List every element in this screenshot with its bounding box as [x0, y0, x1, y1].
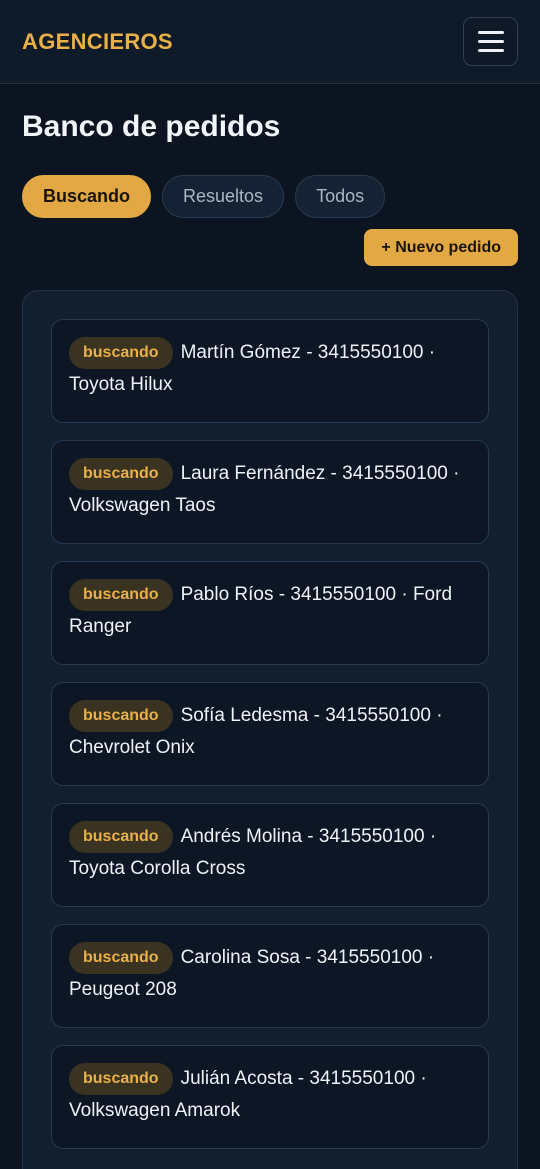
- tab-buscando[interactable]: Buscando: [22, 175, 152, 218]
- status-badge: buscando: [69, 337, 173, 369]
- navbar: AGENCIEROS: [0, 0, 540, 84]
- hamburger-menu-icon: [477, 40, 504, 43]
- status-badge: buscando: [69, 821, 173, 853]
- order-item[interactable]: buscando Sofía Ledesma - 3415550100 · Che…: [51, 682, 489, 786]
- tab-resueltos[interactable]: Resueltos: [162, 175, 285, 218]
- new-order-button[interactable]: + Nuevo pedido: [364, 229, 518, 266]
- actions-bar: + Nuevo pedido: [22, 229, 518, 266]
- order-item[interactable]: buscando Pablo Ríos - 3415550100 · Ford R…: [51, 561, 489, 665]
- order-item[interactable]: buscando Andrés Molina - 3415550100 · Toy…: [51, 803, 489, 907]
- status-badge: buscando: [69, 579, 173, 611]
- hamburger-menu-icon: [477, 31, 504, 34]
- filter-tabs: Buscando Resueltos Todos: [22, 175, 518, 218]
- status-badge: buscando: [69, 700, 173, 732]
- tab-todos[interactable]: Todos: [295, 175, 386, 218]
- menu-button[interactable]: [463, 17, 518, 66]
- status-badge: buscando: [69, 942, 173, 974]
- orders-panel: buscando Martín Gómez - 3415550100 · Toyo…: [22, 290, 518, 1169]
- status-badge: buscando: [69, 458, 173, 490]
- page-title: Banco de pedidos: [22, 110, 281, 143]
- hamburger-menu-icon: [477, 49, 504, 52]
- order-item[interactable]: buscando Martín Gómez - 3415550100 · Toyo…: [51, 319, 489, 423]
- order-item[interactable]: buscando Laura Fernández - 3415550100 · V…: [51, 440, 489, 544]
- order-item[interactable]: buscando Carolina Sosa - 3415550100 · Peu…: [51, 924, 489, 1028]
- brand-logo[interactable]: AGENCIEROS: [22, 29, 173, 55]
- status-badge: buscando: [69, 1063, 173, 1095]
- main-content: Banco de pedidos Buscando Resueltos Todo…: [0, 112, 540, 1169]
- order-item[interactable]: buscando Julián Acosta - 3415550100 · Vol…: [51, 1045, 489, 1149]
